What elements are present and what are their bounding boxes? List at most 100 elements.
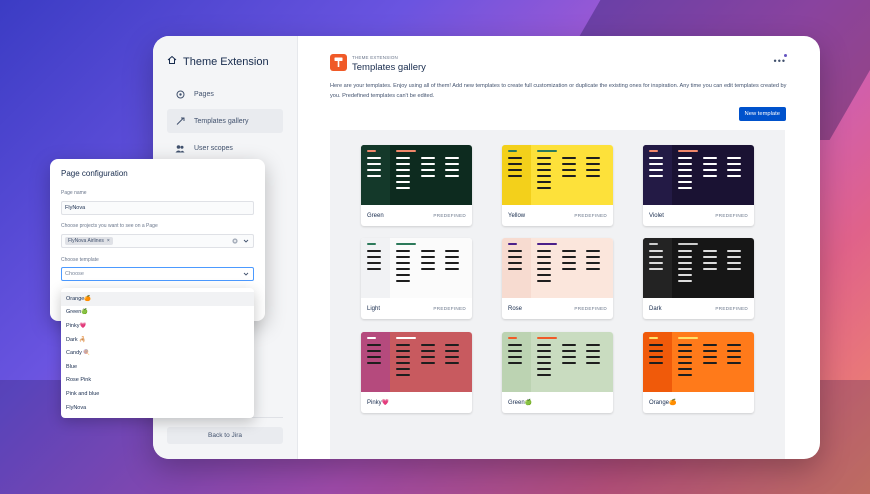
preview-line (727, 262, 741, 264)
preview-line (396, 274, 410, 276)
preview-line (678, 250, 692, 252)
preview-accent (396, 150, 416, 152)
preview-line (649, 169, 663, 171)
preview-line (367, 256, 381, 258)
project-chip: FlyNova Airlines × (65, 237, 113, 245)
preview-line (678, 187, 692, 189)
preview-line (445, 268, 459, 270)
template-select[interactable]: Choose (61, 267, 254, 281)
template-name: Dark (649, 305, 662, 312)
template-card[interactable]: Violet PREDEFINED (643, 145, 754, 226)
template-name: Pinky💗 (367, 400, 390, 406)
preview-line (396, 181, 410, 183)
preview-line (727, 356, 741, 358)
preview-line (537, 350, 551, 352)
dropdown-option[interactable]: Rose Pink (61, 374, 254, 388)
preview-line (396, 256, 410, 258)
dropdown-option[interactable]: Dark 🦂 (61, 333, 254, 347)
template-preview (643, 238, 754, 298)
back-to-jira-button[interactable]: Back to Jira (167, 427, 283, 444)
preview-line (727, 175, 741, 177)
template-card[interactable]: Orange🍊 (643, 332, 754, 413)
dropdown-option[interactable]: Green🍏 (61, 306, 254, 320)
page-title: Templates gallery (352, 62, 426, 73)
preview-accent (396, 243, 416, 245)
preview-accent (678, 150, 698, 152)
sidebar-item-pages[interactable]: Pages (167, 82, 283, 106)
sidebar-item-user-scopes[interactable]: User scopes (167, 136, 283, 160)
preview-line (727, 362, 741, 364)
home-icon (167, 55, 177, 68)
preview-line (367, 344, 381, 346)
preview-line (562, 350, 576, 352)
preview-line (445, 362, 459, 364)
preview-line (396, 157, 410, 159)
preview-line (396, 250, 410, 252)
preview-line (421, 250, 435, 252)
chip-remove-icon[interactable]: × (107, 238, 110, 244)
dropdown-option[interactable]: Blue (61, 360, 254, 374)
template-card-footer: Orange🍊 (643, 392, 754, 413)
template-card[interactable]: Rose PREDEFINED (502, 238, 613, 319)
preview-line (562, 169, 576, 171)
preview-line (396, 187, 410, 189)
projects-select[interactable]: FlyNova Airlines × (61, 234, 254, 248)
template-preview (502, 238, 613, 298)
paint-roller-icon (334, 57, 343, 67)
preview-line (421, 163, 435, 165)
preview-line (678, 181, 692, 183)
chevron-down-icon[interactable] (243, 239, 249, 243)
dropdown-option[interactable]: Pink and blue (61, 387, 254, 401)
template-preview (643, 145, 754, 205)
dropdown-option[interactable]: Candy 🍭 (61, 346, 254, 360)
preview-line (678, 262, 692, 264)
preview-line (703, 344, 717, 346)
preview-line (396, 374, 410, 376)
preview-line (703, 250, 717, 252)
preview-line (537, 169, 551, 171)
dropdown-option[interactable]: Pinky💗 (61, 319, 254, 333)
preview-line (649, 256, 663, 258)
preview-line (396, 280, 410, 282)
preview-line (537, 268, 551, 270)
template-card[interactable]: Dark PREDEFINED (643, 238, 754, 319)
preview-line (508, 169, 522, 171)
dropdown-option[interactable]: Orange🍊 (61, 292, 254, 306)
app-title: Theme Extension (167, 55, 269, 68)
sidebar-item-templates[interactable]: Templates gallery (167, 109, 283, 133)
templates-grid: Green PREDEFINED Yellow PREDEFINED Violet PRE… (330, 130, 785, 459)
page-description: Here are your templates. Enjoy using all… (330, 83, 787, 99)
template-card[interactable]: Yellow PREDEFINED (502, 145, 613, 226)
clear-icon[interactable] (232, 238, 238, 244)
preview-line (649, 163, 663, 165)
preview-line (396, 350, 410, 352)
page-name-input[interactable]: FlyNova (61, 201, 254, 215)
template-card[interactable]: Green🍏 (502, 332, 613, 413)
preview-line (396, 368, 410, 370)
preview-line (678, 280, 692, 282)
template-card-footer: Violet PREDEFINED (643, 205, 754, 226)
preview-line (649, 268, 663, 270)
chevron-down-icon[interactable] (243, 272, 249, 276)
dropdown-option[interactable]: FlyNova (61, 401, 254, 415)
template-card[interactable]: Light PREDEFINED (361, 238, 472, 319)
preview-line (586, 268, 600, 270)
preview-line (586, 344, 600, 346)
template-card[interactable]: Pinky💗 (361, 332, 472, 413)
template-card-footer: Dark PREDEFINED (643, 298, 754, 319)
preview-line (703, 262, 717, 264)
preview-line (562, 256, 576, 258)
preview-accent (678, 337, 698, 339)
preview-line (562, 175, 576, 177)
preview-line (367, 157, 381, 159)
preview-line (678, 362, 692, 364)
preview-line (445, 350, 459, 352)
preview-line (649, 344, 663, 346)
preview-line (421, 356, 435, 358)
pages-icon (175, 89, 185, 99)
new-template-button[interactable]: New template (738, 107, 786, 121)
template-name: Green (367, 212, 384, 219)
preview-accent (649, 243, 658, 245)
template-placeholder: Choose (65, 271, 84, 277)
template-card[interactable]: Green PREDEFINED (361, 145, 472, 226)
